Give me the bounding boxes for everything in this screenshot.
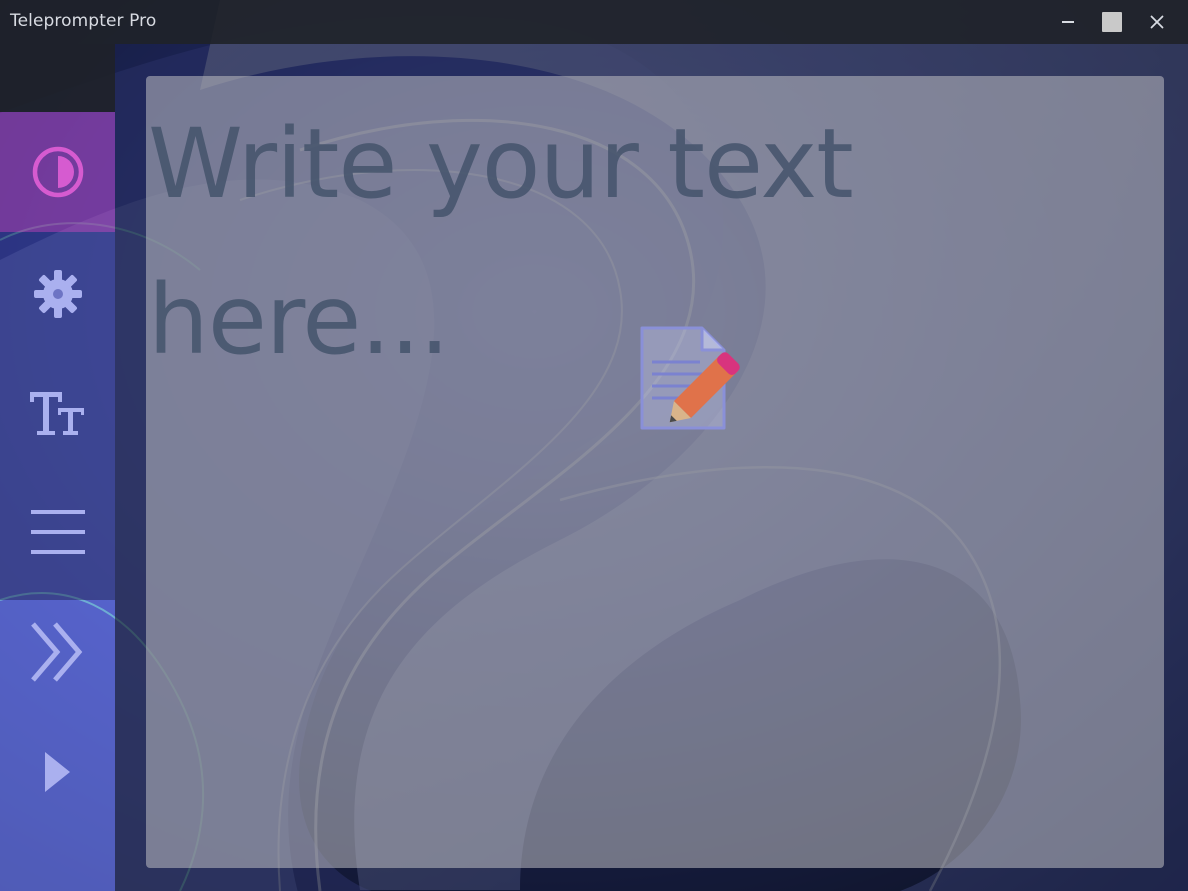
sidebar-item-font[interactable] <box>0 354 115 474</box>
sidebar <box>0 44 115 891</box>
play-icon <box>44 752 70 792</box>
window-title: Teleprompter Pro <box>10 11 157 31</box>
script-editor[interactable]: Write your text here... <box>146 76 1164 868</box>
gear-icon <box>33 270 82 318</box>
close-button[interactable] <box>1134 0 1180 44</box>
editor-placeholder: Write your text here... <box>148 108 854 376</box>
minimize-button[interactable] <box>1045 0 1091 44</box>
minimize-icon <box>1062 21 1074 23</box>
sidebar-item-alignment[interactable] <box>0 472 115 592</box>
title-bar[interactable]: Teleprompter Pro <box>0 0 1188 44</box>
double-chevron-right-icon <box>30 622 82 682</box>
memo-pencil-icon <box>640 326 740 430</box>
sidebar-item-theme[interactable] <box>0 112 115 232</box>
sidebar-item-speed[interactable] <box>0 592 115 712</box>
sidebar-item-settings[interactable] <box>0 234 115 354</box>
sidebar-item-play[interactable] <box>0 712 115 832</box>
close-icon <box>1150 15 1164 29</box>
app-window: Teleprompter Pro Write your text here... <box>0 0 1188 891</box>
maximize-button[interactable] <box>1089 0 1135 44</box>
contrast-icon <box>32 146 83 198</box>
text-size-icon <box>29 392 84 435</box>
maximize-icon <box>1102 12 1122 32</box>
sidebar-header <box>0 44 115 112</box>
menu-lines-icon <box>30 510 85 554</box>
